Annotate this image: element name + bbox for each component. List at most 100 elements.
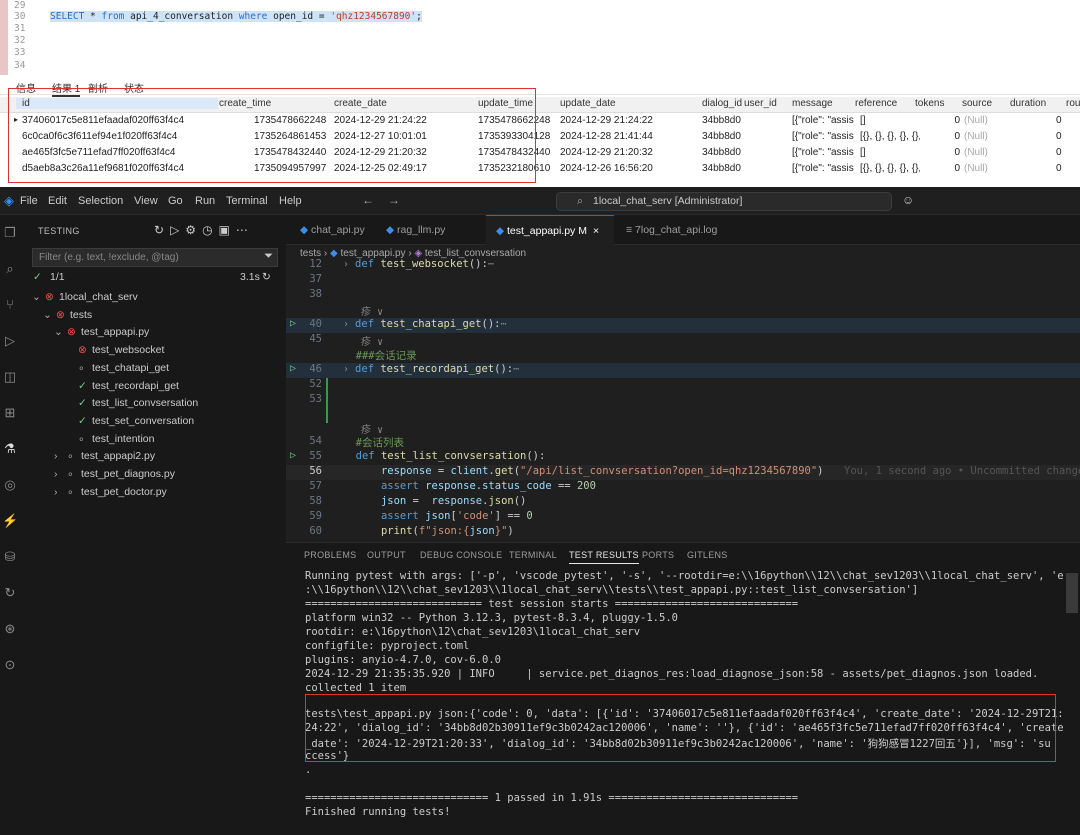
table-cell[interactable]: 2024-12-28 21:41:44 bbox=[560, 131, 653, 142]
panel-tab-output[interactable]: OUTPUT bbox=[367, 550, 406, 560]
table-cell[interactable]: 0 bbox=[950, 131, 960, 142]
table-cell[interactable]: 0 bbox=[950, 147, 960, 158]
forward-arrow-icon[interactable]: → bbox=[388, 193, 400, 207]
panel-tab-problems[interactable]: PROBLEMS bbox=[304, 550, 356, 560]
menu-terminal[interactable]: Terminal bbox=[226, 195, 268, 207]
run-again-icon[interactable]: ↻ bbox=[262, 271, 271, 283]
debug-icon[interactable]: ⚙ bbox=[185, 223, 196, 237]
table-cell[interactable]: 2024-12-26 16:56:20 bbox=[560, 163, 653, 174]
chevron-down-icon[interactable]: ⌄ bbox=[43, 309, 52, 321]
refresh-icon[interactable]: ↻ bbox=[154, 223, 164, 237]
extensions-icon[interactable]: ⊞ bbox=[2, 405, 18, 421]
accounts-icon[interactable]: ⊙ bbox=[2, 657, 18, 673]
table-cell[interactable]: 0 bbox=[950, 163, 960, 174]
more-icon[interactable]: ⋯ bbox=[236, 223, 248, 237]
code-line[interactable]: 45 疹 ∨ bbox=[286, 333, 1080, 348]
code-line[interactable]: ▷ 55 def test_list_convsersation(): bbox=[286, 450, 1080, 465]
table-cell[interactable]: [{"role": "assis bbox=[792, 163, 858, 174]
panel-tab-gitlens[interactable]: GITLENS bbox=[687, 550, 728, 560]
filter-icon[interactable]: ⏷ bbox=[264, 250, 273, 263]
chevron-right-icon[interactable]: › bbox=[54, 450, 58, 462]
test-tree-item[interactable]: › ∘ test_pet_doctor.py bbox=[20, 486, 286, 504]
table-cell[interactable]: [] bbox=[860, 115, 920, 126]
timeline-icon[interactable]: ↻ bbox=[2, 585, 18, 601]
code-line[interactable]: 疹 ∨ bbox=[286, 303, 1080, 318]
table-cell[interactable]: 34bb8d0 bbox=[702, 163, 742, 174]
code-line[interactable]: ###会话记录 bbox=[286, 348, 1080, 363]
column-header-duration[interactable]: duration bbox=[1010, 98, 1046, 109]
chevron-right-icon[interactable]: › bbox=[54, 468, 58, 480]
table-cell[interactable]: [{"role": "assis bbox=[792, 147, 858, 158]
test-tree-item[interactable]: › ∘ test_appapi2.py bbox=[20, 450, 286, 468]
explorer-icon[interactable]: ❐ bbox=[2, 225, 18, 241]
table-cell[interactable]: 0 bbox=[1056, 131, 1062, 142]
column-header-tokens[interactable]: tokens bbox=[915, 98, 944, 109]
test-tree-item[interactable]: ∘ test_chatapi_get bbox=[20, 362, 286, 380]
table-cell[interactable]: 2024-12-29 21:20:32 bbox=[560, 147, 653, 158]
code-line[interactable]: 56 response = client.get("/api/list_conv… bbox=[286, 465, 1080, 480]
database-icon[interactable]: ⛁ bbox=[2, 549, 18, 565]
panel-tab-debug-console[interactable]: DEBUG CONSOLE bbox=[420, 550, 502, 560]
code-line[interactable]: 38 bbox=[286, 288, 1080, 303]
code-line[interactable]: 54 #会话列表 bbox=[286, 435, 1080, 450]
source-control-icon[interactable]: ⑂ bbox=[2, 297, 18, 313]
tab-log-chat-api[interactable]: ≡ 7log_chat_api.log bbox=[616, 215, 736, 245]
column-header-source[interactable]: source bbox=[962, 98, 992, 109]
table-cell[interactable]: 0 bbox=[1056, 163, 1062, 174]
coverage-icon[interactable]: ◷ bbox=[202, 223, 212, 237]
menu-run[interactable]: Run bbox=[195, 195, 215, 207]
table-cell[interactable]: 2024-12-29 21:24:22 bbox=[560, 115, 653, 126]
panel-tab-test-results[interactable]: TEST RESULTS bbox=[569, 550, 639, 564]
table-cell[interactable]: [{"role": "assis bbox=[792, 131, 858, 142]
tab-chat-api[interactable]: ◆ chat_api.py bbox=[300, 215, 388, 245]
column-header-dialog-id[interactable]: dialog_id bbox=[702, 98, 742, 109]
column-header-update-date[interactable]: update_date bbox=[560, 98, 616, 109]
sql-query-text[interactable]: SELECT * from api_4_conversation where o… bbox=[50, 11, 422, 22]
sql-query-line[interactable]: 30 SELECT * from api_4_conversation wher… bbox=[14, 11, 444, 24]
code-line[interactable]: ▷ 46 › def test_recordapi_get():⋯ bbox=[286, 363, 1080, 378]
table-cell[interactable]: 34bb8d0 bbox=[702, 115, 742, 126]
code-line[interactable]: 60 print(f"json:{json}") bbox=[286, 525, 1080, 540]
table-cell[interactable]: [{}, {}, {}, {}, {}, bbox=[860, 163, 920, 174]
panel-tab-ports[interactable]: PORTS bbox=[642, 550, 674, 560]
remote-icon[interactable]: ◫ bbox=[2, 369, 18, 385]
table-cell[interactable]: 0 bbox=[950, 115, 960, 126]
panel-tab-terminal[interactable]: TERMINAL bbox=[509, 550, 557, 560]
menu-view[interactable]: View bbox=[134, 195, 158, 207]
scrollbar[interactable] bbox=[1066, 573, 1078, 613]
table-cell[interactable]: [] bbox=[860, 147, 920, 158]
close-icon[interactable]: × bbox=[593, 225, 599, 237]
menu-go[interactable]: Go bbox=[168, 195, 183, 207]
column-header-message[interactable]: message bbox=[792, 98, 833, 109]
chevron-down-icon[interactable]: ⌄ bbox=[54, 326, 63, 338]
test-tree-item[interactable]: ⌄ ⊗ tests bbox=[20, 309, 286, 327]
test-tree-item[interactable]: ✓ test_recordapi_get bbox=[20, 380, 286, 398]
code-line[interactable]: 12 › def test_websocket():⋯ bbox=[286, 258, 1080, 273]
graph-icon[interactable]: ⊛ bbox=[2, 621, 18, 637]
column-header-user-id[interactable]: user_id bbox=[744, 98, 777, 109]
table-cell[interactable]: (Null) bbox=[964, 131, 988, 142]
code-line[interactable]: 57 assert response.status_code == 200 bbox=[286, 480, 1080, 495]
tab-rag-llm[interactable]: ◆ rag_llm.py bbox=[386, 215, 480, 245]
back-arrow-icon[interactable]: ← bbox=[362, 193, 374, 207]
terminal-icon[interactable]: ▣ bbox=[219, 223, 230, 237]
run-debug-icon[interactable]: ▷ bbox=[2, 333, 18, 349]
copilot-icon[interactable]: ☺ bbox=[902, 193, 914, 207]
code-line[interactable]: 52 bbox=[286, 378, 1080, 393]
table-cell[interactable]: 0 bbox=[1056, 147, 1062, 158]
table-cell[interactable]: (Null) bbox=[964, 115, 988, 126]
run-all-icon[interactable]: ▷ bbox=[170, 223, 179, 237]
column-header-round[interactable]: rou bbox=[1066, 98, 1080, 109]
table-cell[interactable]: (Null) bbox=[964, 147, 988, 158]
code-line[interactable]: 53 bbox=[286, 393, 1080, 408]
table-cell[interactable]: [{}, {}, {}, {}, {}, bbox=[860, 131, 920, 142]
code-line[interactable]: 疹 ∨ bbox=[286, 421, 1080, 436]
test-filter-input[interactable]: Filter (e.g. text, !exclude, @tag) ⏷ bbox=[32, 248, 278, 267]
code-line[interactable]: ▷ 40 › def test_chatapi_get():⋯ bbox=[286, 318, 1080, 333]
docker-icon[interactable]: ◎ bbox=[2, 477, 18, 493]
testing-icon[interactable]: ⚗ bbox=[2, 441, 18, 457]
table-cell[interactable]: 34bb8d0 bbox=[702, 147, 742, 158]
tab-test-appapi[interactable]: ◆ test_appapi.py M × bbox=[486, 215, 614, 245]
chevron-right-icon[interactable]: › bbox=[54, 486, 58, 498]
table-cell[interactable]: 0 bbox=[1056, 115, 1062, 126]
